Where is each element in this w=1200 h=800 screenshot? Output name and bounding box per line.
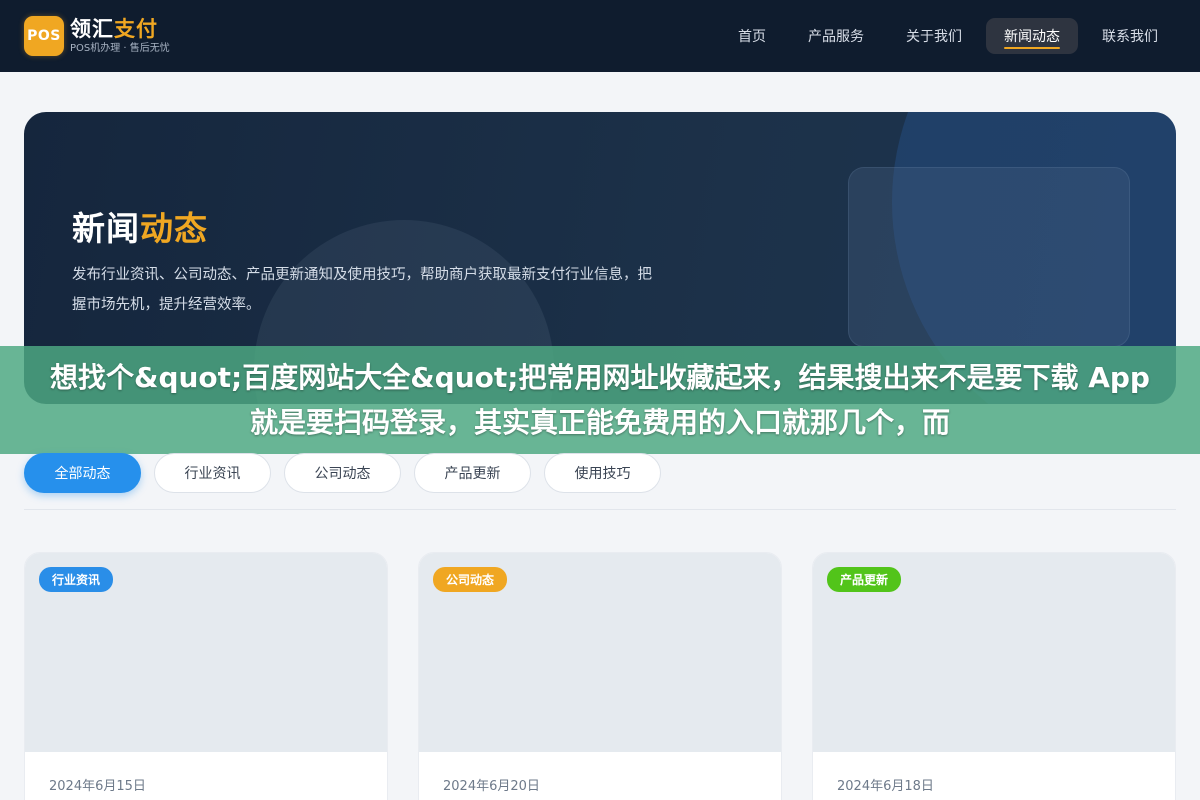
category-filter-tabs: 全部动态 行业资讯 公司动态 产品更新 使用技巧	[24, 453, 661, 493]
page-title: 新闻动态	[72, 202, 208, 250]
page-title-part1: 新闻	[72, 209, 140, 248]
overlay-text: 想找个&quot;百度网站大全&quot;把常用网址收藏起来，结果搜出来不是要下…	[50, 361, 1150, 439]
filter-company-news[interactable]: 公司动态	[284, 453, 401, 493]
news-card-list: 行业资讯 2024年6月15日 公司动态 2024年6月20日 产品更新 202…	[24, 552, 1176, 800]
filter-all[interactable]: 全部动态	[24, 453, 141, 493]
news-card[interactable]: 公司动态 2024年6月20日	[418, 552, 782, 800]
nav-item-about[interactable]: 关于我们	[888, 18, 980, 54]
logo-text: 领汇支付 POS机办理 · 售后无忧	[70, 16, 170, 54]
news-card[interactable]: 行业资讯 2024年6月15日	[24, 552, 388, 800]
nav-item-contact[interactable]: 联系我们	[1084, 18, 1176, 54]
category-badge: 行业资讯	[39, 567, 114, 592]
filter-product-updates[interactable]: 产品更新	[414, 453, 531, 493]
main-nav: 首页 产品服务 关于我们 新闻动态 联系我们	[720, 18, 1176, 54]
logo[interactable]: POS 领汇支付 POS机办理 · 售后无忧	[24, 16, 170, 56]
nav-item-home[interactable]: 首页	[720, 18, 784, 54]
news-card-date: 2024年6月15日	[49, 779, 146, 794]
hero-description: 发布行业资讯、公司动态、产品更新通知及使用技巧，帮助商户获取最新支付行业信息，把…	[72, 267, 652, 313]
category-badge: 公司动态	[433, 567, 508, 592]
news-card-image: 产品更新	[813, 553, 1175, 752]
category-badge: 产品更新	[827, 567, 902, 592]
news-card[interactable]: 产品更新 2024年6月18日	[812, 552, 1176, 800]
news-card-image: 公司动态	[419, 553, 781, 752]
page-title-part2: 动态	[140, 209, 208, 248]
filter-usage-tips[interactable]: 使用技巧	[544, 453, 661, 493]
nav-item-news[interactable]: 新闻动态	[986, 18, 1078, 54]
brand-name-part1: 领汇	[70, 16, 114, 41]
news-card-image: 行业资讯	[25, 553, 387, 752]
news-card-date: 2024年6月20日	[443, 779, 540, 794]
divider	[24, 509, 1176, 510]
news-card-date: 2024年6月18日	[837, 779, 934, 794]
hero-decor-card	[848, 167, 1130, 347]
logo-icon: POS	[24, 16, 64, 56]
filter-industry-news[interactable]: 行业资讯	[154, 453, 271, 493]
brand-tagline: POS机办理 · 售后无忧	[70, 42, 170, 54]
site-header: POS 领汇支付 POS机办理 · 售后无忧 首页 产品服务 关于我们 新闻动态…	[0, 0, 1200, 72]
nav-item-products[interactable]: 产品服务	[790, 18, 882, 54]
overlay-banner: 想找个&quot;百度网站大全&quot;把常用网址收藏起来，结果搜出来不是要下…	[0, 346, 1200, 454]
brand-name: 领汇支付	[70, 16, 170, 41]
brand-name-part2: 支付	[114, 16, 158, 41]
